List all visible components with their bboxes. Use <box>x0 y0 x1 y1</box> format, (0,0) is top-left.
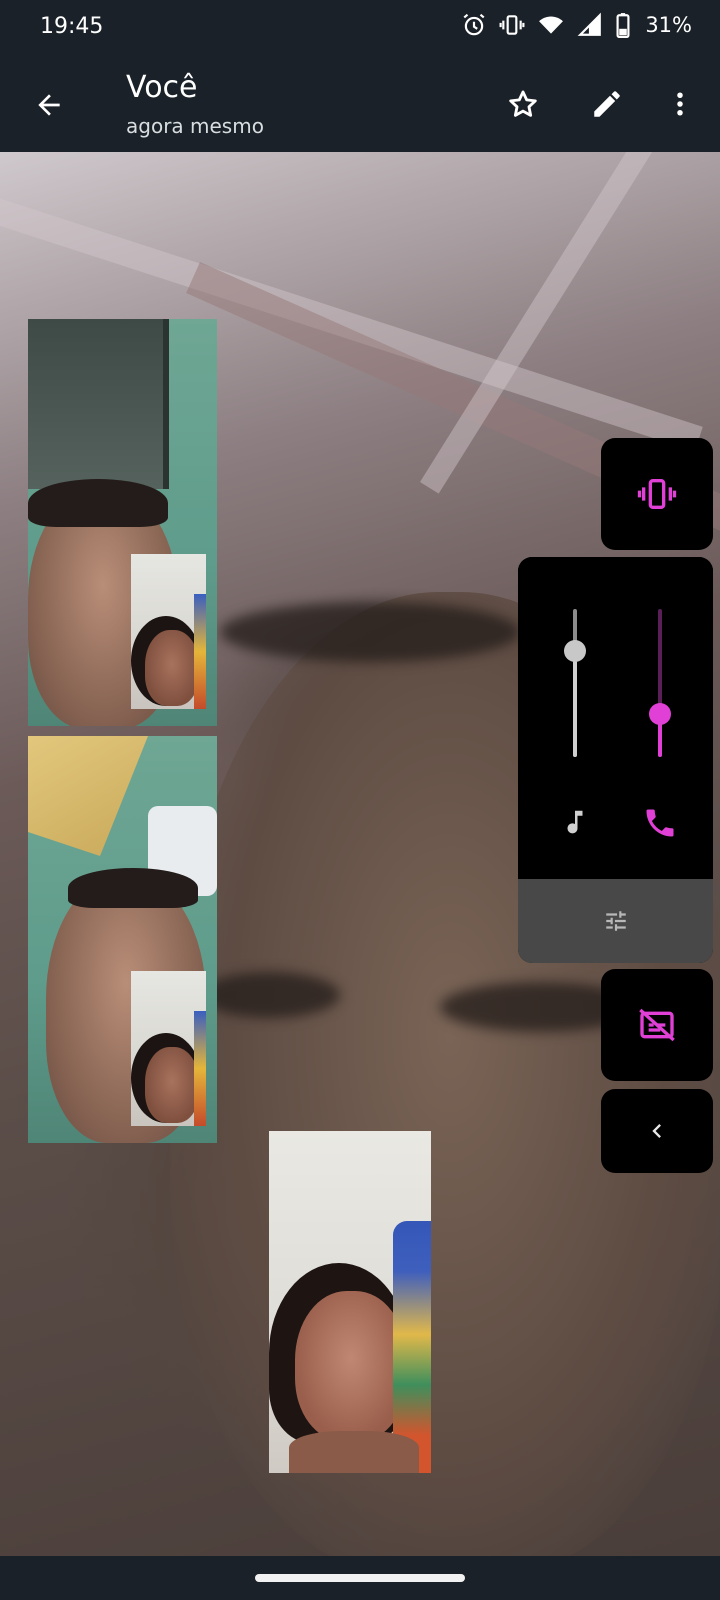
collapse-panel-button[interactable] <box>601 1089 713 1173</box>
arrow-back-icon <box>38 94 60 116</box>
video-thumbnail <box>28 319 217 726</box>
vibrate-icon <box>499 12 525 38</box>
vibrate-icon <box>637 479 677 509</box>
battery-icon <box>615 12 631 38</box>
star-button[interactable] <box>499 80 547 128</box>
status-bar: 19:45 31% <box>0 0 720 56</box>
captions-off-icon <box>639 1008 675 1042</box>
more-options-button[interactable] <box>656 80 704 128</box>
music-note-icon <box>560 805 590 843</box>
battery-percent: 31% <box>645 13 692 37</box>
volume-sliders-panel <box>518 557 713 963</box>
self-video-preview <box>269 1131 431 1473</box>
alarm-icon <box>461 12 487 38</box>
back-button[interactable] <box>26 82 72 128</box>
last-seen-subtitle: agora mesmo <box>126 114 264 138</box>
app-bar: Você agora mesmo <box>0 56 720 152</box>
status-icons: 31% <box>461 12 692 38</box>
edit-button[interactable] <box>583 80 631 128</box>
home-gesture-handle[interactable] <box>255 1574 465 1582</box>
contact-title: Você <box>126 70 198 105</box>
ringer-mode-button[interactable] <box>601 438 713 550</box>
more-vert-icon <box>677 92 683 116</box>
chevron-left-icon <box>652 1124 661 1138</box>
edit-icon <box>594 91 620 117</box>
wifi-icon <box>537 12 565 38</box>
video-thumbnail <box>28 736 217 1143</box>
status-time: 19:45 <box>40 14 104 39</box>
star-icon <box>509 90 537 117</box>
live-caption-button[interactable] <box>601 969 713 1081</box>
phone-icon <box>642 805 678 845</box>
tune-icon <box>605 911 626 931</box>
navigation-bar <box>0 1556 720 1600</box>
signal-icon <box>577 12 603 38</box>
sound-settings-button[interactable] <box>518 879 713 963</box>
